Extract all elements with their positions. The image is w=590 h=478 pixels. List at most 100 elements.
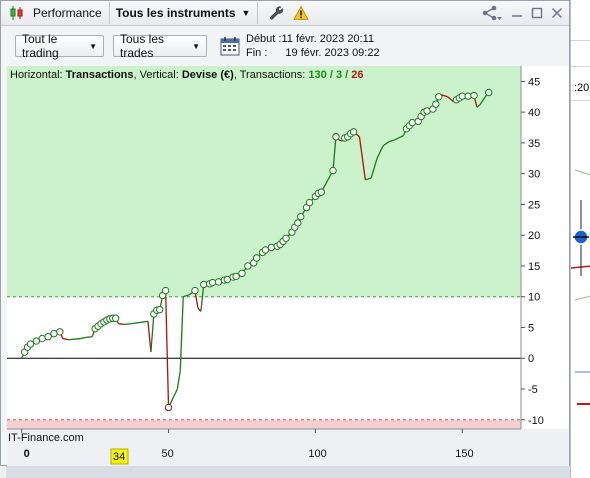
trade-marker bbox=[282, 234, 290, 242]
transactions-losers: 26 bbox=[351, 69, 364, 81]
y-tick-label: 0 bbox=[528, 353, 534, 365]
start-date-row: Début :11 févr. 2023 20:11 bbox=[246, 32, 380, 46]
x-tick-label: 0 bbox=[24, 448, 30, 460]
vertical-axis-label: Vertical: bbox=[139, 69, 179, 81]
background-chart-fragment bbox=[571, 169, 590, 405]
equity-segment bbox=[150, 313, 155, 353]
trade-marker bbox=[26, 340, 35, 348]
trade-marker bbox=[294, 219, 302, 227]
chevron-down-icon: ▼ bbox=[192, 41, 200, 51]
trade-marker bbox=[349, 128, 358, 136]
equity-segment bbox=[147, 321, 152, 353]
equity-segment bbox=[80, 336, 87, 340]
trade-filter-label: Tous les trades bbox=[120, 32, 165, 60]
equity-curve-chart[interactable]: 45 40 35 30 25 20 15 10 5 0 -5 -10 0 50 100 150 34 Horiz… bbox=[7, 66, 569, 466]
trade-marker bbox=[329, 166, 337, 175]
y-tick-label: 5 bbox=[528, 322, 534, 334]
y-tick-label: 20 bbox=[528, 230, 540, 242]
trade-marker bbox=[332, 133, 340, 141]
wrench-icon[interactable] bbox=[268, 5, 284, 21]
watermark: IT-Finance.com bbox=[8, 432, 84, 444]
y-tick-label: 45 bbox=[528, 76, 540, 88]
title-divider bbox=[108, 2, 110, 24]
trade-marker bbox=[156, 305, 164, 314]
trade-marker bbox=[305, 198, 314, 207]
y-tick-label: -10 bbox=[528, 415, 544, 427]
background-app-panel: :20 bbox=[570, 0, 590, 478]
transactions-breakeven: 3 bbox=[335, 69, 343, 81]
equity-segment bbox=[68, 338, 75, 341]
end-date-label: Fin : bbox=[246, 47, 268, 59]
transactions-label: Transactions: bbox=[239, 69, 306, 81]
trade-marker bbox=[244, 262, 252, 270]
equity-segment bbox=[62, 337, 69, 341]
title-bar: Performance Tous les instruments ▼ bbox=[1, 1, 569, 26]
equity-curve-plot: 454035302520151050-5-100 50 100 15034 bbox=[7, 66, 569, 466]
y-tick-label: 25 bbox=[528, 199, 540, 211]
performance-window: Performance Tous les instruments ▼ Tout … bbox=[0, 0, 570, 466]
date-range: Début :11 févr. 2023 20:11 Fin : 19 févr.… bbox=[246, 32, 380, 60]
trade-marker bbox=[297, 213, 305, 221]
calendar-icon[interactable] bbox=[220, 36, 240, 56]
transactions-total: 130 bbox=[308, 69, 327, 81]
profit-zone bbox=[7, 66, 521, 297]
trade-marker bbox=[191, 286, 199, 295]
y-tick-label: 15 bbox=[528, 261, 540, 273]
x-tick-label: 50 bbox=[162, 448, 174, 460]
vertical-axis-value: Devise (€) bbox=[181, 69, 234, 81]
instrument-selector-label: Tous les instruments bbox=[115, 6, 236, 20]
share-icon[interactable] bbox=[481, 4, 503, 22]
trade-marker bbox=[44, 333, 52, 341]
trade-marker bbox=[484, 88, 493, 97]
equity-segment bbox=[130, 321, 140, 325]
end-date-row: Fin : 19 févr. 2023 09:22 bbox=[246, 46, 380, 60]
trade-marker bbox=[252, 254, 261, 262]
start-date-value: 11 févr. 2023 20:11 bbox=[281, 33, 375, 45]
minimize-icon[interactable] bbox=[511, 7, 523, 19]
y-tick-label: 10 bbox=[528, 292, 540, 304]
equity-segment bbox=[139, 320, 149, 324]
equity-segment bbox=[74, 337, 81, 340]
trading-scope-dropdown[interactable]: Tout le trading ▼ bbox=[15, 32, 104, 60]
warning-icon[interactable] bbox=[293, 5, 310, 21]
close-icon[interactable] bbox=[551, 7, 563, 19]
x-axis-band bbox=[7, 429, 569, 466]
equity-segment bbox=[179, 296, 184, 371]
maximize-icon[interactable] bbox=[531, 7, 543, 19]
y-tick-label: 35 bbox=[528, 138, 540, 150]
horizontal-axis-value: Transactions bbox=[65, 69, 134, 81]
equity-segment bbox=[118, 323, 125, 326]
equity-segment bbox=[170, 388, 178, 402]
trade-filter-dropdown[interactable]: Tous les trades ▼ bbox=[113, 32, 207, 60]
chevron-down-icon: ▼ bbox=[241, 8, 251, 18]
trade-marker bbox=[432, 100, 440, 108]
trade-marker bbox=[267, 243, 276, 252]
trade-marker bbox=[435, 93, 443, 101]
x-tick-label: 100 bbox=[308, 448, 326, 460]
transactions-separator: / bbox=[345, 69, 349, 81]
instrument-selector[interactable]: Tous les instruments ▼ bbox=[116, 6, 251, 20]
trade-marker bbox=[408, 118, 417, 127]
x-tick-label: 150 bbox=[455, 448, 473, 460]
loss-zone bbox=[7, 419, 521, 429]
equity-segment bbox=[176, 370, 181, 390]
y-tick-label: 30 bbox=[528, 169, 540, 181]
trade-marker bbox=[470, 91, 478, 100]
cursor-badge-label: 34 bbox=[113, 451, 125, 463]
toolbar: Tout le trading ▼ Tous les trades ▼ Débu… bbox=[1, 27, 569, 65]
trade-marker bbox=[238, 269, 246, 278]
horizontal-axis-label: Horizontal: bbox=[10, 69, 63, 81]
equity-segment bbox=[164, 290, 170, 408]
title-divider bbox=[257, 2, 259, 24]
trade-marker bbox=[56, 328, 64, 336]
trade-marker bbox=[111, 314, 120, 322]
end-date-value: 19 févr. 2023 09:22 bbox=[285, 47, 380, 59]
window-controls bbox=[481, 4, 563, 22]
trade-marker bbox=[232, 272, 240, 281]
transactions-separator: / bbox=[329, 69, 333, 81]
start-date-label: Début : bbox=[246, 33, 282, 45]
y-tick-label: -5 bbox=[528, 384, 538, 396]
y-tick-label: 40 bbox=[528, 107, 540, 119]
window-title: Performance bbox=[33, 6, 102, 20]
chevron-down-icon: ▼ bbox=[89, 41, 97, 51]
